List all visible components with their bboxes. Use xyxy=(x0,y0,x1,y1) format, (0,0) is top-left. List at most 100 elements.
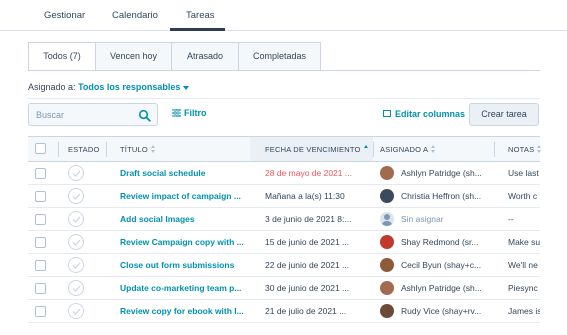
table-row[interactable]: Add social Images 3 de junio de 2021 8:..… xyxy=(28,208,540,231)
task-due-date[interactable]: 21 de julio de 2021 ... xyxy=(265,300,373,323)
chevron-down-icon xyxy=(183,85,190,90)
nav-tab-tareas[interactable]: Tareas xyxy=(186,10,215,21)
complete-task-toggle[interactable] xyxy=(68,234,84,250)
search-placeholder: Buscar xyxy=(36,110,65,120)
table-row[interactable]: Review Campaign copy with ... 15 de junio… xyxy=(28,231,540,254)
task-assignee[interactable]: Rudy Vice (shay+rv... xyxy=(401,300,491,323)
complete-task-toggle[interactable] xyxy=(68,188,84,204)
column-header-titulo[interactable]: TÍTULO xyxy=(120,137,156,161)
task-due-date[interactable]: 30 de junio de 2021 ... xyxy=(265,277,373,300)
avatar xyxy=(380,304,394,318)
sort-icon xyxy=(537,145,542,153)
column-header-label: TÍTULO xyxy=(120,145,148,154)
task-title-link[interactable]: Review Campaign copy with ... xyxy=(120,231,244,254)
task-title-link[interactable]: Update co-marketing team p... xyxy=(120,277,244,300)
column-header-label: NOTAS xyxy=(508,145,535,154)
column-header-fecha[interactable]: FECHA DE VENCIMIENTO xyxy=(250,137,373,161)
column-divider xyxy=(106,142,107,157)
sort-ascending-icon xyxy=(363,145,369,153)
column-divider xyxy=(58,142,59,157)
task-due-date[interactable]: 28 de mayo de 2021 ... xyxy=(265,162,373,185)
task-assignee[interactable]: Shay Redmond (sr... xyxy=(401,231,491,254)
top-navigation: Gestionar Calendario Tareas xyxy=(0,0,567,31)
table-row[interactable]: Close out form submissions 22 de junio de… xyxy=(28,254,540,277)
edit-columns-button[interactable]: Editar columnas xyxy=(383,109,465,119)
complete-task-toggle[interactable] xyxy=(68,211,84,227)
task-title-link[interactable]: Close out form submissions xyxy=(120,254,244,277)
table-row[interactable]: Review copy for ebook with I... 21 de jul… xyxy=(28,300,540,323)
view-tabs-divider xyxy=(28,70,540,71)
avatar xyxy=(380,166,394,180)
assigned-filter-value: Todos los responsables xyxy=(78,82,181,92)
column-header-label: ASIGNADO A xyxy=(380,145,429,154)
task-assignee[interactable]: Sin asignar xyxy=(401,208,491,231)
column-header-label: FECHA DE VENCIMIENTO xyxy=(265,145,361,154)
task-due-date[interactable]: Mañana a la(s) 11:30 xyxy=(265,185,373,208)
avatar xyxy=(380,189,394,203)
row-checkbox[interactable] xyxy=(35,214,46,225)
task-notes[interactable]: Piesync xyxy=(508,277,540,300)
table-row[interactable]: Update co-marketing team p... 30 de junio… xyxy=(28,277,540,300)
task-title-link[interactable]: Add social Images xyxy=(120,208,244,231)
task-notes[interactable]: Make su xyxy=(508,231,540,254)
task-assignee[interactable]: Ashlyn Patridge (sh... xyxy=(401,277,491,300)
nav-tab-gestionar[interactable]: Gestionar xyxy=(44,10,85,21)
filter-icon xyxy=(172,109,181,117)
filter-button[interactable]: Filtro xyxy=(172,108,207,118)
select-all-checkbox[interactable] xyxy=(35,143,46,154)
row-checkbox[interactable] xyxy=(35,260,46,271)
view-tab-todos[interactable]: Todos (7) xyxy=(28,42,96,71)
row-checkbox[interactable] xyxy=(35,191,46,202)
checkmark-icon xyxy=(72,239,81,246)
search-input[interactable]: Buscar xyxy=(28,103,158,126)
task-notes[interactable]: James is xyxy=(508,300,540,323)
row-checkbox[interactable] xyxy=(35,306,46,317)
table-header: ESTADO TÍTULO FECHA DE VENCIMIENTO ASIGN… xyxy=(28,136,542,162)
task-assignee[interactable]: Christia Heffron (sh... xyxy=(401,185,491,208)
view-tab-vencen-hoy[interactable]: Vencen hoy xyxy=(95,42,172,71)
column-header-notas[interactable]: NOTAS xyxy=(508,137,542,161)
checkmark-icon xyxy=(72,170,81,177)
create-task-button[interactable]: Crear tarea xyxy=(469,103,539,126)
task-assignee[interactable]: Ashlyn Patridge (sh... xyxy=(401,162,491,185)
row-checkbox[interactable] xyxy=(35,237,46,248)
complete-task-toggle[interactable] xyxy=(68,165,84,181)
column-divider xyxy=(494,142,495,157)
task-due-date[interactable]: 22 de junio de 2021 ... xyxy=(265,254,373,277)
view-tab-completadas[interactable]: Completadas xyxy=(238,42,321,71)
avatar xyxy=(380,281,394,295)
checkmark-icon xyxy=(72,308,81,315)
task-notes[interactable]: Worth c xyxy=(508,185,540,208)
task-title-link[interactable]: Review impact of campaign ... xyxy=(120,185,244,208)
complete-task-toggle[interactable] xyxy=(68,257,84,273)
checkmark-icon xyxy=(72,216,81,223)
avatar xyxy=(380,258,394,272)
task-assignee[interactable]: Cecil Byun (shay+c... xyxy=(401,254,491,277)
filter-button-label: Filtro xyxy=(184,108,207,118)
sort-icon xyxy=(431,145,436,153)
unassigned-avatar-icon xyxy=(380,212,394,226)
view-tab-atrasado[interactable]: Atrasado xyxy=(171,42,239,71)
task-title-link[interactable]: Review copy for ebook with I... xyxy=(120,300,244,323)
column-header-asignado[interactable]: ASIGNADO A xyxy=(380,137,436,161)
nav-tab-calendario[interactable]: Calendario xyxy=(112,10,158,21)
complete-task-toggle[interactable] xyxy=(68,280,84,296)
sort-icon xyxy=(150,145,156,153)
column-header-estado: ESTADO xyxy=(68,137,99,161)
task-title-link[interactable]: Draft social schedule xyxy=(120,162,244,185)
table-row[interactable]: Review impact of campaign ... Mañana a la… xyxy=(28,185,540,208)
column-divider xyxy=(373,142,374,157)
avatar xyxy=(380,235,394,249)
search-icon[interactable] xyxy=(138,109,151,122)
task-notes[interactable]: We'll ne xyxy=(508,254,540,277)
task-due-date[interactable]: 15 de junio de 2021 ... xyxy=(265,231,373,254)
assigned-filter-label: Asignado a: xyxy=(28,82,76,92)
complete-task-toggle[interactable] xyxy=(68,303,84,319)
task-notes[interactable]: -- xyxy=(508,208,540,231)
row-checkbox[interactable] xyxy=(35,168,46,179)
assigned-filter-dropdown[interactable]: Todos los responsables xyxy=(78,82,190,92)
row-checkbox[interactable] xyxy=(35,283,46,294)
table-row[interactable]: Draft social schedule 28 de mayo de 2021 … xyxy=(28,162,540,185)
task-due-date[interactable]: 3 de junio de 2021 8:... xyxy=(265,208,373,231)
task-notes[interactable]: Use last xyxy=(508,162,540,185)
